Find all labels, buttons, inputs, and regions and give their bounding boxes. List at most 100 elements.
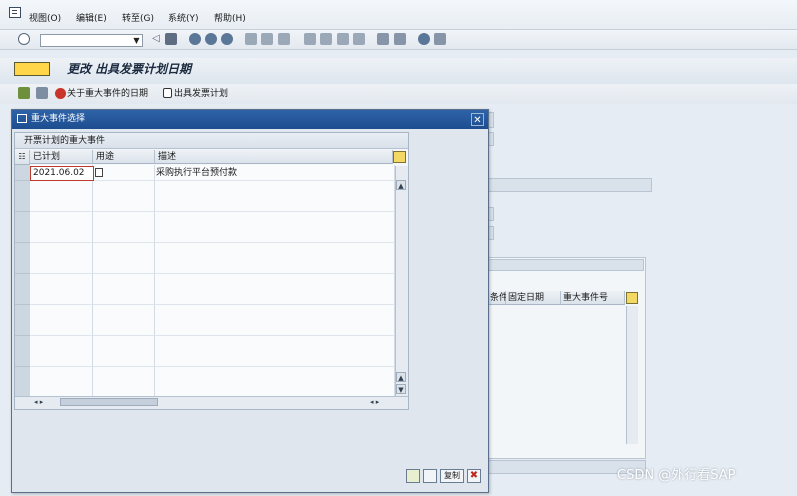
scroll-left-right-icon[interactable]: ◂ ▸	[34, 398, 58, 407]
column-layout-icon[interactable]	[393, 151, 406, 163]
row-selector[interactable]	[15, 305, 30, 321]
row-selector[interactable]	[15, 196, 30, 212]
row-planned-date[interactable]: 2021.06.02	[33, 167, 85, 180]
col-usage[interactable]: 用途	[93, 150, 155, 164]
menu-system[interactable]: 系统(Y)	[168, 12, 199, 26]
billing-plan-button[interactable]: 出具发票计划	[174, 88, 228, 100]
menu-help[interactable]: 帮助(H)	[214, 12, 246, 26]
row-selector[interactable]	[15, 336, 30, 352]
row-selector[interactable]	[15, 258, 30, 274]
grid-cell[interactable]	[93, 243, 155, 259]
grid-cell[interactable]	[30, 305, 93, 321]
col-description[interactable]: 描述	[155, 150, 393, 164]
save-icon[interactable]	[165, 33, 177, 45]
cancel-icon[interactable]: ✖	[467, 469, 481, 483]
command-field[interactable]	[40, 34, 143, 47]
grid-cell[interactable]	[93, 212, 155, 228]
menu-edit[interactable]: 编辑(E)	[76, 12, 107, 26]
bg-col-condition[interactable]: 条件	[488, 291, 508, 305]
row-selector[interactable]	[15, 320, 30, 336]
grid-cell[interactable]	[155, 336, 395, 352]
col-planned[interactable]: 已计划	[30, 150, 93, 164]
grid-cell[interactable]	[93, 305, 155, 321]
grid-cell[interactable]	[155, 181, 395, 197]
grid-cell[interactable]	[30, 243, 93, 259]
grid-vscroll[interactable]	[395, 166, 408, 396]
grid-cell[interactable]	[30, 289, 93, 305]
grid-cell[interactable]	[155, 320, 395, 336]
find-icon[interactable]	[261, 33, 273, 45]
close-icon[interactable]: ✕	[471, 113, 484, 126]
details-icon[interactable]	[423, 469, 437, 483]
grid-cell[interactable]	[155, 212, 395, 228]
grid-cell[interactable]	[93, 181, 155, 197]
grid-cell[interactable]	[93, 320, 155, 336]
row-selector[interactable]	[15, 243, 30, 259]
grid-cell[interactable]	[30, 274, 93, 290]
row-selector[interactable]	[15, 367, 30, 383]
bg-col-fixed-date[interactable]: 固定日期	[506, 291, 561, 305]
last-page-icon[interactable]	[353, 33, 365, 45]
grid-cell[interactable]	[93, 289, 155, 305]
grid-cell[interactable]	[155, 289, 395, 305]
grid-cell[interactable]	[30, 351, 93, 367]
grid-cell[interactable]	[155, 227, 395, 243]
grid-cell[interactable]	[155, 258, 395, 274]
scroll-left-right-icon[interactable]: ◂ ▸	[370, 398, 394, 407]
grid-cell[interactable]	[155, 274, 395, 290]
command-dropdown-icon[interactable]: ▼	[131, 35, 142, 46]
back-history-icon[interactable]: ◁	[150, 33, 162, 45]
find-next-icon[interactable]	[278, 33, 290, 45]
grid-cell[interactable]	[155, 243, 395, 259]
row-selector[interactable]	[15, 351, 30, 367]
copy-button[interactable]: 复制	[440, 469, 464, 483]
first-page-icon[interactable]	[304, 33, 316, 45]
cancel-icon[interactable]	[221, 33, 233, 45]
header-details-icon[interactable]	[18, 87, 30, 99]
usage-value-help-icon[interactable]	[95, 168, 103, 177]
next-page-icon[interactable]	[337, 33, 349, 45]
grid-cell[interactable]	[93, 336, 155, 352]
grid-cell[interactable]	[155, 305, 395, 321]
grid-cell[interactable]	[30, 196, 93, 212]
scroll-up-icon[interactable]: ▲	[396, 372, 406, 382]
back-icon[interactable]	[189, 33, 201, 45]
grid-cell[interactable]	[155, 351, 395, 367]
select-all-icon[interactable]: ☷	[15, 150, 30, 165]
row-selector[interactable]	[15, 289, 30, 305]
grid-cell[interactable]	[30, 367, 93, 383]
scroll-down-icon[interactable]: ▼	[396, 384, 406, 394]
row-selector[interactable]	[15, 181, 30, 197]
grid-cell[interactable]	[155, 367, 395, 383]
grid-cell[interactable]	[30, 181, 93, 197]
grid-cell[interactable]	[30, 258, 93, 274]
grid-cell[interactable]	[93, 258, 155, 274]
item-details-icon[interactable]	[36, 87, 48, 99]
bg-grid-vscroll[interactable]	[626, 306, 638, 444]
grid-cell[interactable]	[30, 336, 93, 352]
column-settings-icon[interactable]	[626, 292, 638, 304]
shortcut-icon[interactable]	[394, 33, 406, 45]
help-icon[interactable]	[418, 33, 430, 45]
grid-cell[interactable]	[30, 212, 93, 228]
grid-cell[interactable]	[93, 196, 155, 212]
previous-page-icon[interactable]	[320, 33, 332, 45]
grid-cell[interactable]	[30, 227, 93, 243]
bg-col-milestone-number[interactable]: 重大事件号	[561, 291, 625, 305]
row-selector[interactable]	[15, 274, 30, 290]
window-menu-icon[interactable]	[9, 7, 21, 18]
grid-cell[interactable]	[93, 351, 155, 367]
layout-menu-icon[interactable]	[434, 33, 446, 45]
grid-cell[interactable]	[155, 196, 395, 212]
enter-check-icon[interactable]	[18, 33, 30, 45]
print-icon[interactable]	[245, 33, 257, 45]
grid-cell[interactable]	[93, 227, 155, 243]
row-selector[interactable]	[15, 165, 30, 181]
menu-goto[interactable]: 转至(G)	[122, 12, 154, 26]
confirm-icon[interactable]	[406, 469, 420, 483]
row-selector[interactable]	[15, 227, 30, 243]
menu-view[interactable]: 视图(O)	[29, 12, 61, 26]
row-selector[interactable]	[15, 212, 30, 228]
milestone-dates-button[interactable]: 关于重大事件的日期	[67, 88, 148, 100]
grid-cell[interactable]	[30, 320, 93, 336]
